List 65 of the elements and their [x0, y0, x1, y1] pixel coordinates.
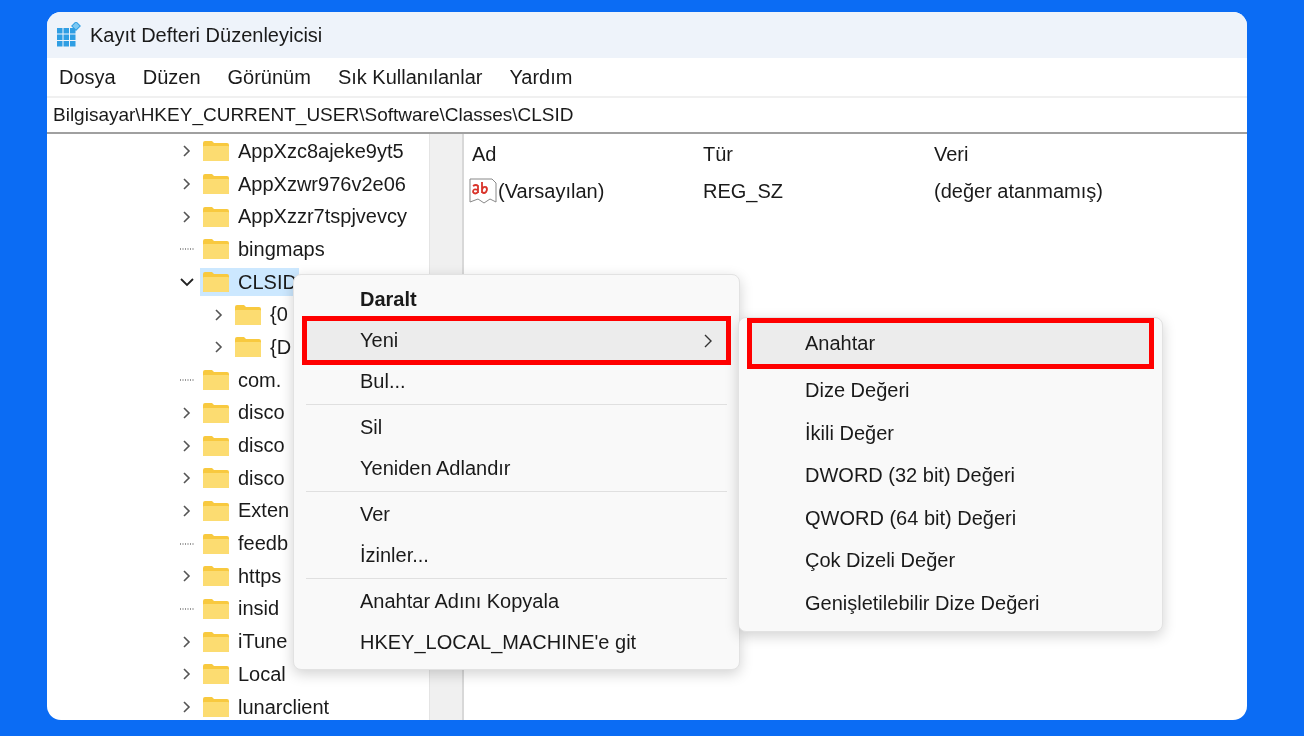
- string-value-icon: [468, 176, 498, 206]
- folder-icon: [202, 173, 230, 196]
- address-field[interactable]: Bilgisayar\HKEY_CURRENT_USER\Software\Classes\CLSID: [47, 98, 1247, 134]
- folder-icon: [202, 499, 230, 522]
- menu-item[interactable]: Bul...: [306, 361, 727, 402]
- folder-icon: [202, 696, 230, 719]
- tree-item[interactable]: Local: [200, 660, 288, 689]
- menu-item[interactable]: Ver: [306, 494, 727, 535]
- folder-icon: [202, 434, 230, 457]
- folder-icon: [202, 597, 230, 620]
- menu-item[interactable]: Dosya: [59, 65, 116, 89]
- menu-item[interactable]: Düzen: [142, 65, 201, 89]
- menu-item[interactable]: İzinler...: [306, 535, 727, 576]
- table-cell: (Varsayılan): [498, 179, 605, 203]
- menu-item[interactable]: Yardım: [509, 65, 573, 89]
- menu-item[interactable]: Yeniden Adlandır: [306, 448, 727, 489]
- tree-item[interactable]: feedb: [200, 529, 291, 558]
- menu-item[interactable]: Çok Dizeli Değer: [751, 539, 1150, 582]
- tree-item[interactable]: AppXzzr7tspjvevcy: [200, 202, 409, 231]
- folder-icon: [202, 369, 230, 392]
- tree-item[interactable]: disco: [200, 398, 287, 427]
- menu-item[interactable]: Genişletilebilir Dize Değeri: [751, 582, 1150, 625]
- folder-icon: [202, 401, 230, 424]
- menu-item[interactable]: Sık Kullanılanlar: [337, 65, 483, 89]
- tree-item[interactable]: {0: [232, 300, 290, 329]
- table-cell-text: REG_SZ: [703, 179, 785, 203]
- menu-item[interactable]: QWORD (64 bit) Değeri: [751, 497, 1150, 540]
- menu-item[interactable]: DWORD (32 bit) Değeri: [751, 454, 1150, 497]
- folder-icon: [202, 140, 230, 163]
- registry-icon: [56, 22, 82, 48]
- folder-icon: [234, 336, 262, 359]
- tree-item[interactable]: Exten: [200, 496, 292, 525]
- folder-icon: [202, 663, 230, 686]
- folder-icon: [202, 532, 230, 555]
- folder-icon: [202, 238, 230, 261]
- tree-item[interactable]: disco: [200, 464, 287, 493]
- chevron-right-icon: [703, 333, 713, 348]
- table-cell: (değer atanmamış): [934, 179, 1103, 203]
- menu-item[interactable]: HKEY_LOCAL_MACHINE'e git: [306, 622, 727, 663]
- tree-item[interactable]: lunarclient: [200, 693, 332, 720]
- column-header[interactable]: Veri: [934, 142, 969, 166]
- window-title: Kayıt Defteri Düzenleyicisi: [90, 23, 323, 47]
- tree-item[interactable]: bingmaps: [200, 235, 327, 264]
- menu-item[interactable]: Dize Değeri: [751, 369, 1150, 412]
- folder-icon: [234, 303, 262, 326]
- folder-icon: [202, 630, 230, 653]
- column-header[interactable]: Ad: [472, 142, 703, 166]
- menu-item[interactable]: Görünüm: [227, 65, 311, 89]
- tree-item[interactable]: disco: [200, 431, 287, 460]
- column-header[interactable]: Tür: [703, 142, 934, 166]
- tree-item[interactable]: https: [200, 562, 284, 591]
- folder-icon: [202, 271, 230, 294]
- tree-item[interactable]: AppXzwr976v2e06: [200, 170, 408, 199]
- menu-item[interactable]: Sil: [306, 407, 727, 448]
- tree-item[interactable]: iTune: [200, 627, 290, 656]
- tree-item[interactable]: AppXzc8ajeke9yt5: [200, 137, 406, 166]
- menu-item[interactable]: İkili Değer: [751, 412, 1150, 455]
- tree-item[interactable]: insid: [200, 594, 282, 623]
- folder-icon: [202, 467, 230, 490]
- menu-item[interactable]: Daralt: [306, 279, 727, 320]
- menu-item[interactable]: Anahtar Adını Kopyala: [306, 581, 727, 622]
- folder-icon: [202, 205, 230, 228]
- tree-item[interactable]: com.: [200, 366, 284, 395]
- folder-icon: [202, 565, 230, 588]
- tree-item[interactable]: {D: [232, 333, 294, 362]
